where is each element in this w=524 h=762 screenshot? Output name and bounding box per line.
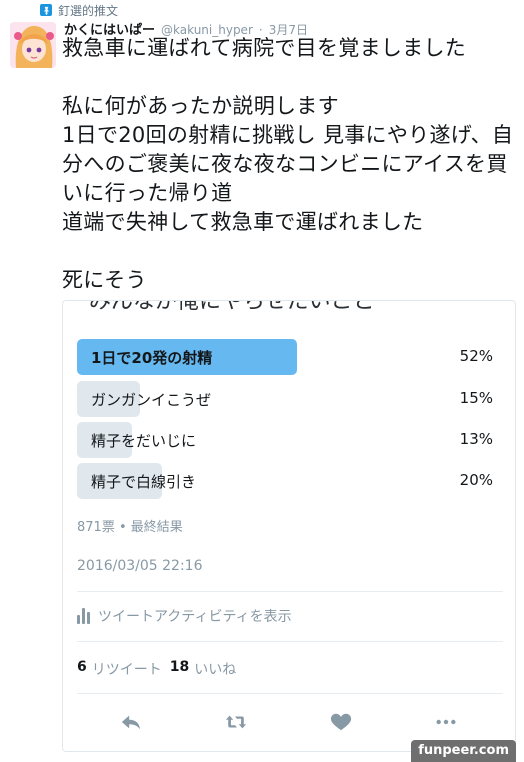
- pin-icon: [40, 4, 52, 16]
- avatar[interactable]: [10, 22, 56, 68]
- retweet-count-value: 6: [77, 659, 87, 675]
- poll-choice-label: 精子で白線引き: [91, 473, 197, 491]
- poll-choice-label: ガンガンイこうぜ: [91, 391, 212, 409]
- poll-choice[interactable]: 精子をだいじに 13%: [77, 422, 501, 458]
- poll-choice[interactable]: 精子で白線引き 20%: [77, 463, 501, 499]
- tweet-activity-link[interactable]: ツイートアクティビティを表示: [77, 606, 292, 626]
- retweet-count[interactable]: 6 リツイート: [77, 659, 162, 679]
- like-count[interactable]: 18 いいね: [170, 659, 236, 679]
- poll-choice-percent: 13%: [459, 430, 493, 448]
- reply-icon[interactable]: [118, 711, 144, 733]
- watermark: funpeer.com: [411, 740, 516, 762]
- poll-question: みんなが俺にやらせたいこと: [89, 300, 375, 314]
- divider: [77, 641, 503, 642]
- tweet-text: 救急車に運ばれて病院で目を覚ましました 私に何があったか説明します 1日で20回…: [62, 36, 514, 292]
- tweet-actions: [63, 711, 515, 737]
- bar-chart-icon: [77, 608, 90, 624]
- tweet-timestamp: 2016/03/05 22:16: [77, 558, 203, 574]
- pinned-text: 釘選的推文: [58, 3, 119, 18]
- more-icon[interactable]: [433, 711, 459, 733]
- poll-meta: 871票 • 最終結果: [77, 520, 183, 535]
- tweet-stats: 6 リツイート 18 いいね: [77, 659, 236, 679]
- poll-choice-label: 1日で20発の射精: [91, 349, 213, 367]
- poll-choice-percent: 15%: [459, 389, 493, 407]
- like-count-label: いいね: [194, 662, 237, 678]
- pinned-tweet-label: 釘選的推文: [40, 2, 118, 18]
- poll-choice-label: 精子をだいじに: [91, 432, 197, 450]
- poll-card: みんなが俺にやらせたいこと 1日で20発の射精 52% ガンガンイこうぜ 15%…: [62, 300, 516, 752]
- poll-choice[interactable]: 1日で20発の射精 52%: [77, 339, 501, 375]
- divider: [77, 591, 503, 592]
- heart-icon[interactable]: [328, 711, 354, 733]
- poll-choice[interactable]: ガンガンイこうぜ 15%: [77, 381, 501, 417]
- retweet-icon[interactable]: [223, 711, 249, 733]
- like-count-value: 18: [169, 659, 190, 675]
- tweet-activity-label: ツイートアクティビティを表示: [98, 609, 292, 625]
- retweet-count-label: リツイート: [91, 662, 162, 678]
- divider: [77, 693, 503, 694]
- poll-choice-percent: 52%: [459, 347, 493, 365]
- poll-choice-percent: 20%: [459, 471, 493, 489]
